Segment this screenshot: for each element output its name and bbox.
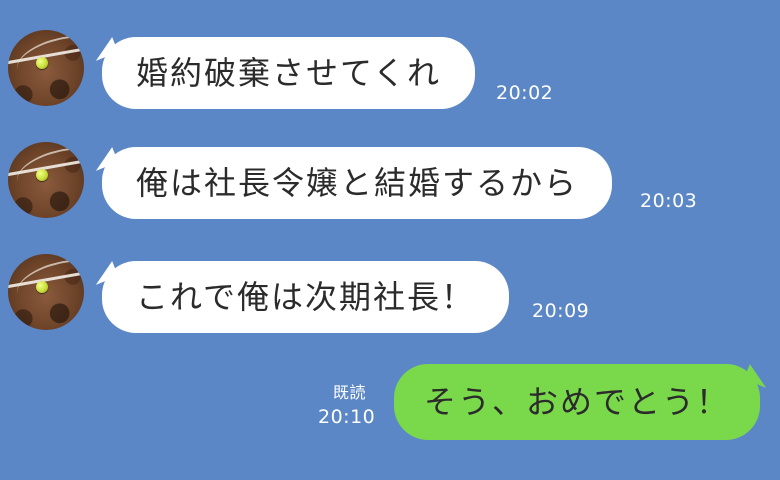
ball-icon [36, 281, 48, 293]
message-text: 俺は社長令嬢と結婚するから [136, 164, 579, 202]
read-receipt: 既読 [333, 383, 367, 402]
outgoing-message-bubble[interactable]: そう、おめでとう！ [394, 364, 761, 440]
incoming-message-bubble[interactable]: これで俺は次期社長！ [102, 261, 510, 333]
ball-icon [36, 169, 48, 181]
incoming-message-bubble[interactable]: 俺は社長令嬢と結婚するから [102, 147, 613, 219]
sender-avatar[interactable] [8, 254, 84, 330]
ball-icon [36, 57, 48, 69]
chat-window: 婚約破棄させてくれ 20:02 俺は社長令嬢と結婚するから 20:03 これで俺… [0, 0, 780, 480]
message-text: 婚約破棄させてくれ [136, 54, 442, 92]
sender-avatar[interactable] [8, 142, 84, 218]
incoming-message-bubble[interactable]: 婚約破棄させてくれ [102, 37, 476, 109]
message-timestamp: 20:02 [496, 82, 554, 104]
message-text: これで俺は次期社長！ [136, 278, 476, 316]
message-text: そう、おめでとう！ [424, 383, 731, 421]
message-timestamp: 20:03 [640, 190, 698, 212]
sender-avatar[interactable] [8, 30, 84, 106]
message-timestamp: 20:09 [532, 300, 590, 322]
message-timestamp: 20:10 [318, 406, 376, 428]
